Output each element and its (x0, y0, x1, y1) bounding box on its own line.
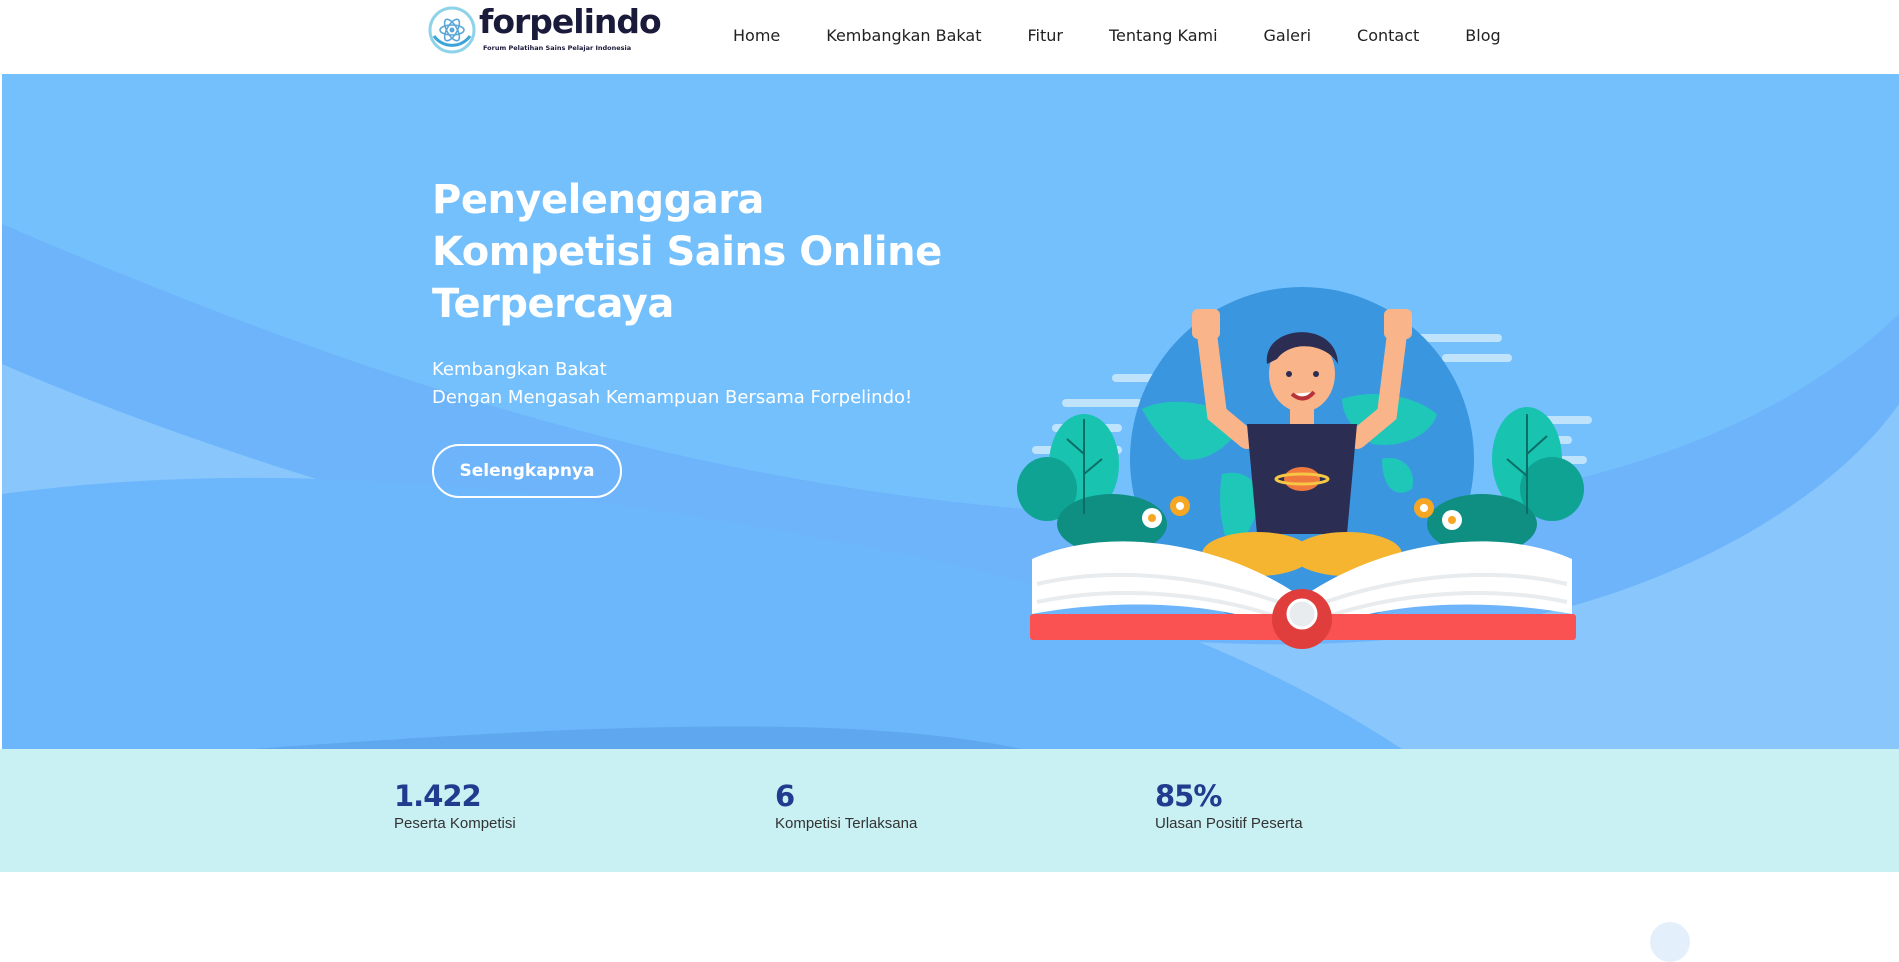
nav-item-tentang-kami[interactable]: Tentang Kami (1109, 26, 1218, 45)
decorative-shape (1650, 922, 1690, 962)
stat-label: Peserta Kompetisi (394, 815, 516, 832)
hero-title: Penyelenggara Kompetisi Sains Online Ter… (432, 177, 942, 327)
hero-section: Penyelenggara Kompetisi Sains Online Ter… (2, 74, 1899, 749)
nav-item-galeri[interactable]: Galeri (1264, 26, 1312, 45)
site-header: forpelindo Forum Pelatihan Sains Pelajar… (0, 0, 1899, 74)
main-nav: Home Kembangkan Bakat Fitur Tentang Kami… (733, 26, 1501, 45)
nav-item-fitur[interactable]: Fitur (1028, 26, 1063, 45)
stat-value: 85% (1155, 779, 1222, 813)
nav-item-blog[interactable]: Blog (1465, 26, 1500, 45)
hero-subtitle-line1: Kembangkan Bakat (432, 359, 607, 380)
atom-logo-icon (428, 6, 476, 54)
brand-tagline: Forum Pelatihan Sains Pelajar Indonesia (483, 44, 632, 52)
nav-item-contact[interactable]: Contact (1357, 26, 1419, 45)
selengkapnya-button[interactable]: Selengkapnya (432, 444, 622, 498)
stat-value: 6 (775, 779, 795, 813)
next-section (0, 872, 1899, 962)
stat-peserta: 1.422 Peserta Kompetisi (394, 779, 516, 832)
stat-label: Kompetisi Terlaksana (775, 815, 918, 832)
stat-kompetisi: 6 Kompetisi Terlaksana (775, 779, 917, 832)
stats-bar: 1.422 Peserta Kompetisi 6 Kompetisi Terl… (0, 749, 1899, 872)
student-reading-book-illustration (1017, 287, 1592, 649)
nav-item-kembangkan-bakat[interactable]: Kembangkan Bakat (826, 26, 981, 45)
brand-name: forpelindo (479, 2, 662, 41)
stat-ulasan: 85% Ulasan Positif Peserta (1155, 779, 1303, 832)
stat-label: Ulasan Positif Peserta (1155, 815, 1303, 832)
hero-subtitle: Kembangkan Bakat Dengan Mengasah Kemampu… (432, 356, 912, 412)
hero-subtitle-line2: Dengan Mengasah Kemampuan Bersama Forpel… (432, 387, 913, 408)
stat-value: 1.422 (394, 779, 482, 813)
nav-item-home[interactable]: Home (733, 26, 780, 45)
